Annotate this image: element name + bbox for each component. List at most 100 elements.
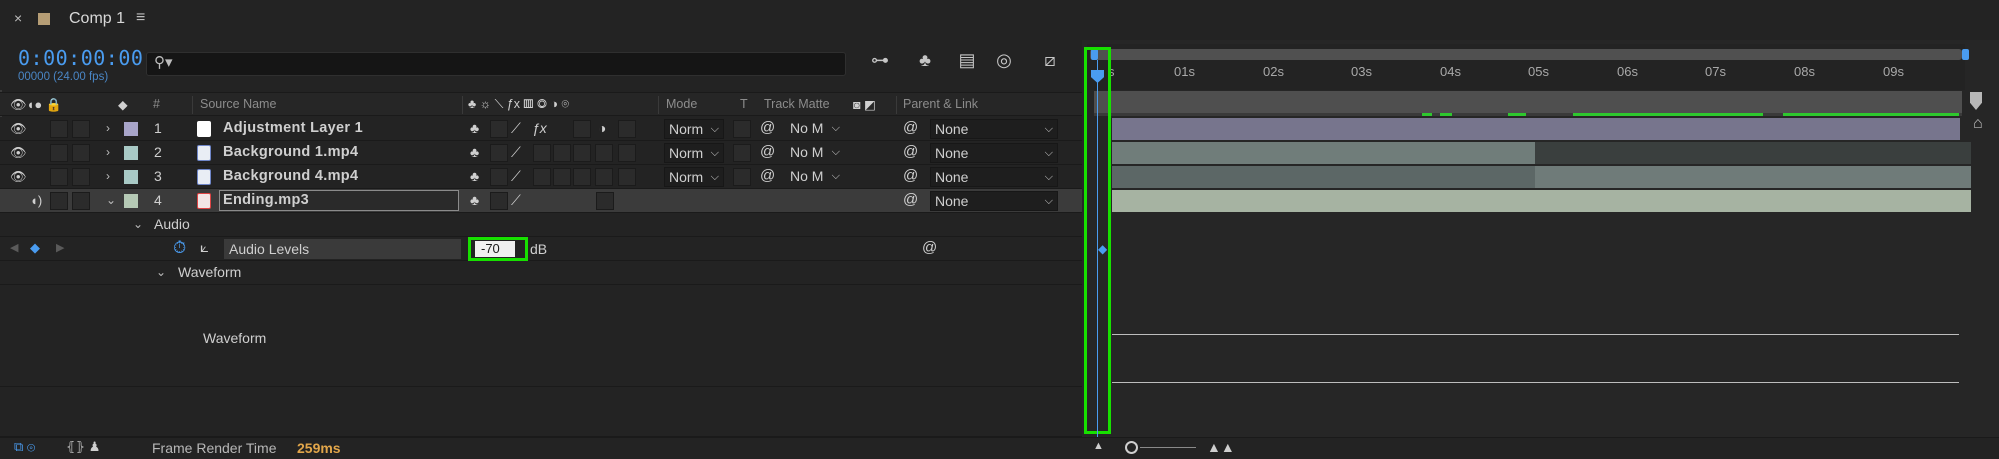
layer-name[interactable]: Background 1.mp4: [223, 144, 358, 162]
motion-blur-switch[interactable]: [573, 168, 591, 186]
quality-switch-icon[interactable]: ⟋: [511, 168, 521, 186]
layer-bar-background-4[interactable]: [1112, 166, 1535, 188]
parent-dropdown[interactable]: None ⌵: [930, 191, 1058, 211]
3d-layer-switch[interactable]: [618, 120, 636, 138]
motion-blur-icon[interactable]: ◎: [992, 50, 1016, 74]
layer-row[interactable]: 👁 › 1 Adjustment Layer 1 ♣ ⟋ ƒx ◑ Norm ⌵ …: [0, 117, 1082, 141]
lock-toggle[interactable]: [72, 144, 90, 162]
collapse-switch[interactable]: [490, 144, 508, 162]
matte-pickwhip-icon[interactable]: @: [760, 143, 775, 160]
solo-toggle[interactable]: [50, 144, 68, 162]
parent-dropdown[interactable]: None ⌵: [930, 167, 1058, 187]
zoom-slider-knob[interactable]: [1125, 441, 1138, 454]
lock-toggle[interactable]: [72, 120, 90, 138]
matte-pickwhip-icon[interactable]: @: [760, 119, 775, 136]
effects-switch[interactable]: [533, 168, 551, 186]
playhead-line[interactable]: [1097, 60, 1098, 437]
parent-pickwhip-icon[interactable]: @: [903, 143, 918, 160]
audio-speaker-icon[interactable]: ◖): [30, 193, 42, 208]
layer-row[interactable]: 👁 › 2 Background 1.mp4 ♣ ⟋ Norm ⌵ @ No M ⌵…: [0, 141, 1082, 165]
next-keyframe-icon[interactable]: ▶: [56, 241, 64, 254]
matte-icons[interactable]: ◙ ◩: [853, 97, 876, 112]
timeline-side-icon[interactable]: ⌂: [1973, 115, 1983, 133]
panel-menu-icon[interactable]: ≡: [136, 9, 145, 27]
solo-toggle[interactable]: [50, 192, 68, 210]
layer-row-selected[interactable]: ◖) ⌄ 4 Ending.mp3 ♣ ⟋ @ None ⌵: [0, 189, 1082, 213]
search-input[interactable]: [146, 52, 846, 76]
add-keyframe-icon[interactable]: ◆: [30, 240, 40, 256]
motion-blur-switch[interactable]: [573, 120, 591, 138]
column-t[interactable]: T: [740, 97, 748, 111]
collapse-chevron-icon[interactable]: ⌄: [133, 217, 143, 231]
current-time-display[interactable]: 0:00:00:00: [18, 46, 143, 70]
layer-bar-ending-audio[interactable]: [1112, 190, 1971, 212]
collapse-chevron-icon[interactable]: ⌄: [156, 265, 166, 279]
effects-switch-icon[interactable]: ƒx: [532, 120, 547, 138]
frame-blending-icon[interactable]: ▤: [955, 50, 979, 74]
time-navigator-bar[interactable]: [1090, 49, 1962, 60]
expand-chevron-icon[interactable]: ›: [106, 121, 110, 139]
graph-editor-icon[interactable]: ⧄: [1038, 50, 1062, 74]
3d-layer-switch[interactable]: [618, 144, 636, 162]
expression-pickwhip-icon[interactable]: @: [922, 239, 937, 256]
work-area-bar[interactable]: [1094, 91, 1962, 115]
column-track-matte[interactable]: Track Matte: [764, 97, 830, 111]
video-visibility-icon[interactable]: 👁: [10, 145, 27, 161]
layer-label-color[interactable]: [124, 194, 138, 208]
av-features-icons[interactable]: 👁◖● 🔒: [10, 97, 62, 113]
quality-switch-icon[interactable]: ⟋: [511, 120, 521, 138]
parent-pickwhip-icon[interactable]: @: [903, 167, 918, 184]
collapse-switch[interactable]: [490, 192, 508, 210]
column-mode[interactable]: Mode: [666, 97, 697, 111]
preserve-transparency-toggle[interactable]: [733, 168, 751, 186]
stopwatch-icon[interactable]: ⏱: [173, 238, 186, 258]
parent-pickwhip-icon[interactable]: @: [903, 191, 918, 208]
layer-row[interactable]: 👁 › 3 Background 4.mp4 ♣ ⟋ Norm ⌵ @ No M ⌵…: [0, 165, 1082, 189]
layer-label-color[interactable]: [124, 146, 138, 160]
adjustment-switch[interactable]: [596, 192, 614, 210]
quality-switch-icon[interactable]: ⟋: [511, 144, 521, 162]
frame-blend-switch[interactable]: [553, 168, 571, 186]
zoom-out-icon[interactable]: ▲: [1093, 440, 1104, 452]
collapse-switch[interactable]: [490, 120, 508, 138]
shy-layers-icon[interactable]: ♣: [913, 50, 937, 74]
motion-blur-switch[interactable]: [573, 144, 591, 162]
audio-levels-value-field[interactable]: -70: [475, 241, 515, 257]
frame-blend-switch[interactable]: [553, 144, 571, 162]
3d-layer-switch[interactable]: [618, 168, 636, 186]
track-matte-dropdown[interactable]: No M ⌵: [786, 119, 844, 139]
solo-toggle[interactable]: [50, 168, 68, 186]
parent-dropdown[interactable]: None ⌵: [930, 143, 1058, 163]
column-source-name[interactable]: Source Name: [200, 97, 276, 111]
video-visibility-icon[interactable]: 👁: [10, 169, 27, 185]
layer-name[interactable]: Adjustment Layer 1: [223, 120, 363, 138]
toggle-switches-icons[interactable]: ⦃⦄ ♟: [66, 439, 100, 455]
video-visibility-icon[interactable]: 👁: [10, 121, 27, 137]
zoom-slider-track[interactable]: [1140, 447, 1196, 448]
prev-keyframe-icon[interactable]: ◀: [10, 241, 18, 254]
shy-switch-icon[interactable]: ♣: [470, 168, 479, 186]
layer-bar-background-1[interactable]: [1112, 142, 1535, 164]
column-parent-link[interactable]: Parent & Link: [903, 97, 978, 111]
quality-switch-icon[interactable]: ⟋: [511, 192, 521, 210]
label-tag-icon[interactable]: ◆: [118, 97, 128, 112]
layer-name-edit[interactable]: Ending.mp3: [219, 190, 459, 211]
layer-bar-adjustment[interactable]: [1112, 118, 1960, 140]
audio-group-label[interactable]: Audio: [154, 216, 190, 232]
zoom-in-icon[interactable]: ▲▲: [1207, 439, 1235, 455]
layer-name[interactable]: Background 4.mp4: [223, 168, 358, 186]
parent-dropdown[interactable]: None ⌵: [930, 119, 1058, 139]
mode-dropdown[interactable]: Norm ⌵: [664, 119, 724, 139]
track-matte-dropdown[interactable]: No M ⌵: [786, 167, 844, 187]
lock-toggle[interactable]: [72, 168, 90, 186]
shy-switch-icon[interactable]: ♣: [470, 144, 479, 162]
navigator-end-handle[interactable]: [1962, 49, 1969, 60]
parent-pickwhip-icon[interactable]: @: [903, 119, 918, 136]
expand-chevron-icon[interactable]: ›: [106, 169, 110, 187]
solo-toggle[interactable]: [50, 120, 68, 138]
lock-toggle[interactable]: [72, 192, 90, 210]
adjustment-switch[interactable]: [595, 168, 613, 186]
matte-pickwhip-icon[interactable]: @: [760, 167, 775, 184]
composition-flowchart-icon[interactable]: ⊶: [868, 50, 892, 74]
tab-comp-title[interactable]: Comp 1: [69, 10, 125, 28]
